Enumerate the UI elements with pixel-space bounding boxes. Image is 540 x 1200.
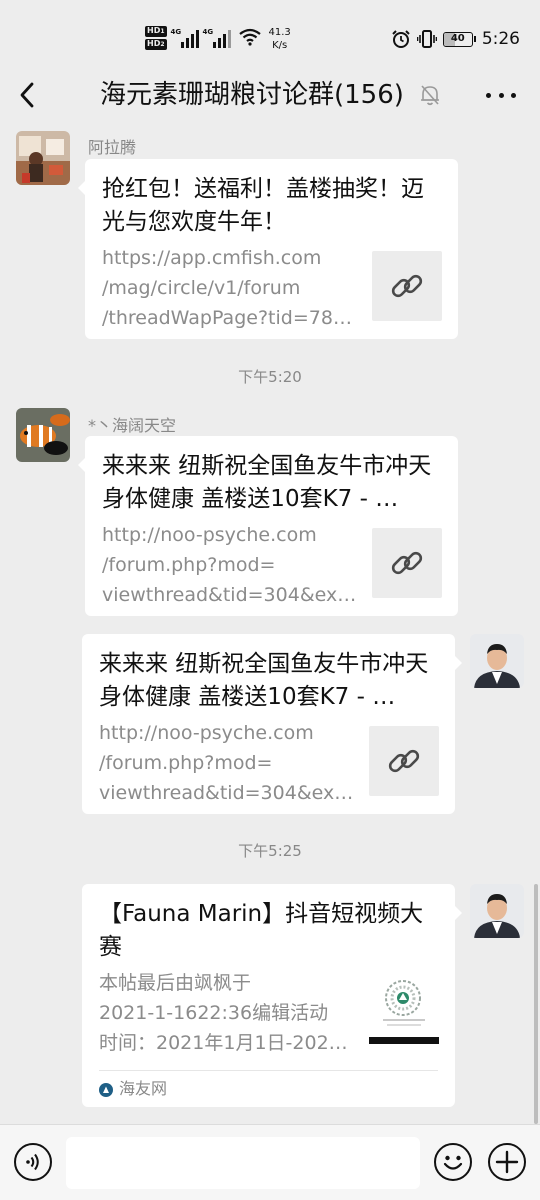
avatar-person-icon [470,634,524,688]
article-thumbnail [369,972,439,1044]
battery-level: 40 [450,32,465,44]
avatar-person-icon [470,884,524,938]
link-title: 抢红包！送福利！盖楼抽奖！迈光与您欢度牛年！ [102,176,424,235]
article-desc-line-1: 本帖最后由飒枫于 [99,972,252,994]
status-right: 40 5:26 [391,29,520,49]
link-icon [391,551,423,575]
chat-title[interactable]: 海元素珊瑚粮讨论群(156) [100,78,404,112]
network-speed: 41.3 K/s [269,26,291,52]
link-card-3[interactable]: 来来来 纽斯祝全国鱼友牛市冲天 身体健康 盖楼送10套K7 - … http:/… [82,634,462,814]
back-chevron-icon[interactable] [14,78,42,112]
hd-indicators: HD1 HD2 [145,26,167,50]
article-desc-line-2: 2021-1-1622:36编辑活动 [99,1002,329,1024]
avatar-alateng[interactable] [16,131,70,185]
message-list[interactable]: 阿拉腾 抢红包！送福利！盖楼抽奖！迈光与您欢度牛年！ https://app.c… [0,124,540,1124]
link-url-line-1: http://noo-psyche.com [102,524,317,546]
avatar-self[interactable] [470,634,524,688]
more-horizontal-icon[interactable] [486,82,516,108]
status-bar: HD1 HD2 4G 4G 41.3 K/s 40 5:26 [0,0,540,66]
article-source: 海友网 [119,1079,168,1098]
hd-badge-2: HD2 [145,39,167,50]
network-indicators: HD1 HD2 4G 4G 41.3 K/s [145,26,291,52]
link-url-line-3: /threadWapPage?tid=789… [102,307,357,329]
avatar-photo-icon [16,131,70,185]
link-url-line-1: https://app.cmfish.com [102,247,322,269]
link-thumbnail [372,251,442,321]
network-type-2: 4G [202,28,214,36]
message-input[interactable] [66,1137,420,1189]
article-desc-line-3: 时间：2021年1月1日-202… [99,1032,348,1054]
link-card-2[interactable]: 来来来 纽斯祝全国鱼友牛市冲天 身体健康 盖楼送10套K7 - … http:/… [78,436,458,616]
link-card-1[interactable]: 抢红包！送福利！盖楼抽奖！迈光与您欢度牛年！ https://app.cmfis… [78,159,458,339]
qr-code-icon [369,980,439,1044]
battery-icon: 40 [442,31,476,47]
link-icon [388,749,420,773]
article-card[interactable]: 【Fauna Marin】抖音短视频大赛 本帖最后由飒枫于 2021-1-162… [82,884,462,1107]
vibrate-icon [416,30,437,48]
link-title: 来来来 纽斯祝全国鱼友牛市冲天 身体健康 盖楼送10套K7 - … [102,453,432,512]
link-thumbnail [369,726,439,796]
input-bar [0,1124,540,1200]
source-logo-icon [99,1083,113,1097]
scrollbar[interactable] [534,884,538,1124]
link-url-line-1: http://noo-psyche.com [99,722,314,744]
speed-unit: K/s [272,40,288,51]
card-divider [99,1070,438,1071]
speed-value: 41.3 [268,27,291,38]
timestamp: 下午5:25 [238,842,302,860]
emoji-icon[interactable] [434,1143,472,1181]
link-title: 来来来 纽斯祝全国鱼友牛市冲天 身体健康 盖楼送10套K7 - … [99,651,429,710]
link-icon [391,274,423,298]
timestamp: 下午5:20 [238,368,302,386]
avatar-clownfish-icon [16,408,70,462]
plus-icon[interactable] [488,1143,526,1181]
signal-icon-2: 4G [203,26,231,48]
chat-header: 海元素珊瑚粮讨论群(156) [0,66,540,124]
alarm-icon [392,30,410,48]
voice-icon[interactable] [14,1143,52,1181]
link-url-line-3: viewthread&tid=304&extr… [99,782,354,804]
link-url-line-3: viewthread&tid=304&extr… [102,584,357,606]
hd-badge-1: HD1 [145,26,167,37]
bell-off-icon [421,85,439,106]
sender-name: *丶海阔天空 [88,416,177,435]
link-url-line-2: /forum.php?mod= [99,752,273,774]
signal-icon-1: 4G [171,26,199,48]
link-url-line-2: /mag/circle/v1/forum [102,277,301,299]
article-title: 【Fauna Marin】抖音短视频大赛 [99,901,424,960]
link-thumbnail [372,528,442,598]
avatar-haikuo[interactable] [16,408,70,462]
status-time: 5:26 [481,29,520,49]
network-type-1: 4G [170,28,182,36]
avatar-self[interactable] [470,884,524,938]
link-url-line-2: /forum.php?mod= [102,554,276,576]
sender-name: 阿拉腾 [88,138,137,157]
wifi-icon [238,28,261,46]
